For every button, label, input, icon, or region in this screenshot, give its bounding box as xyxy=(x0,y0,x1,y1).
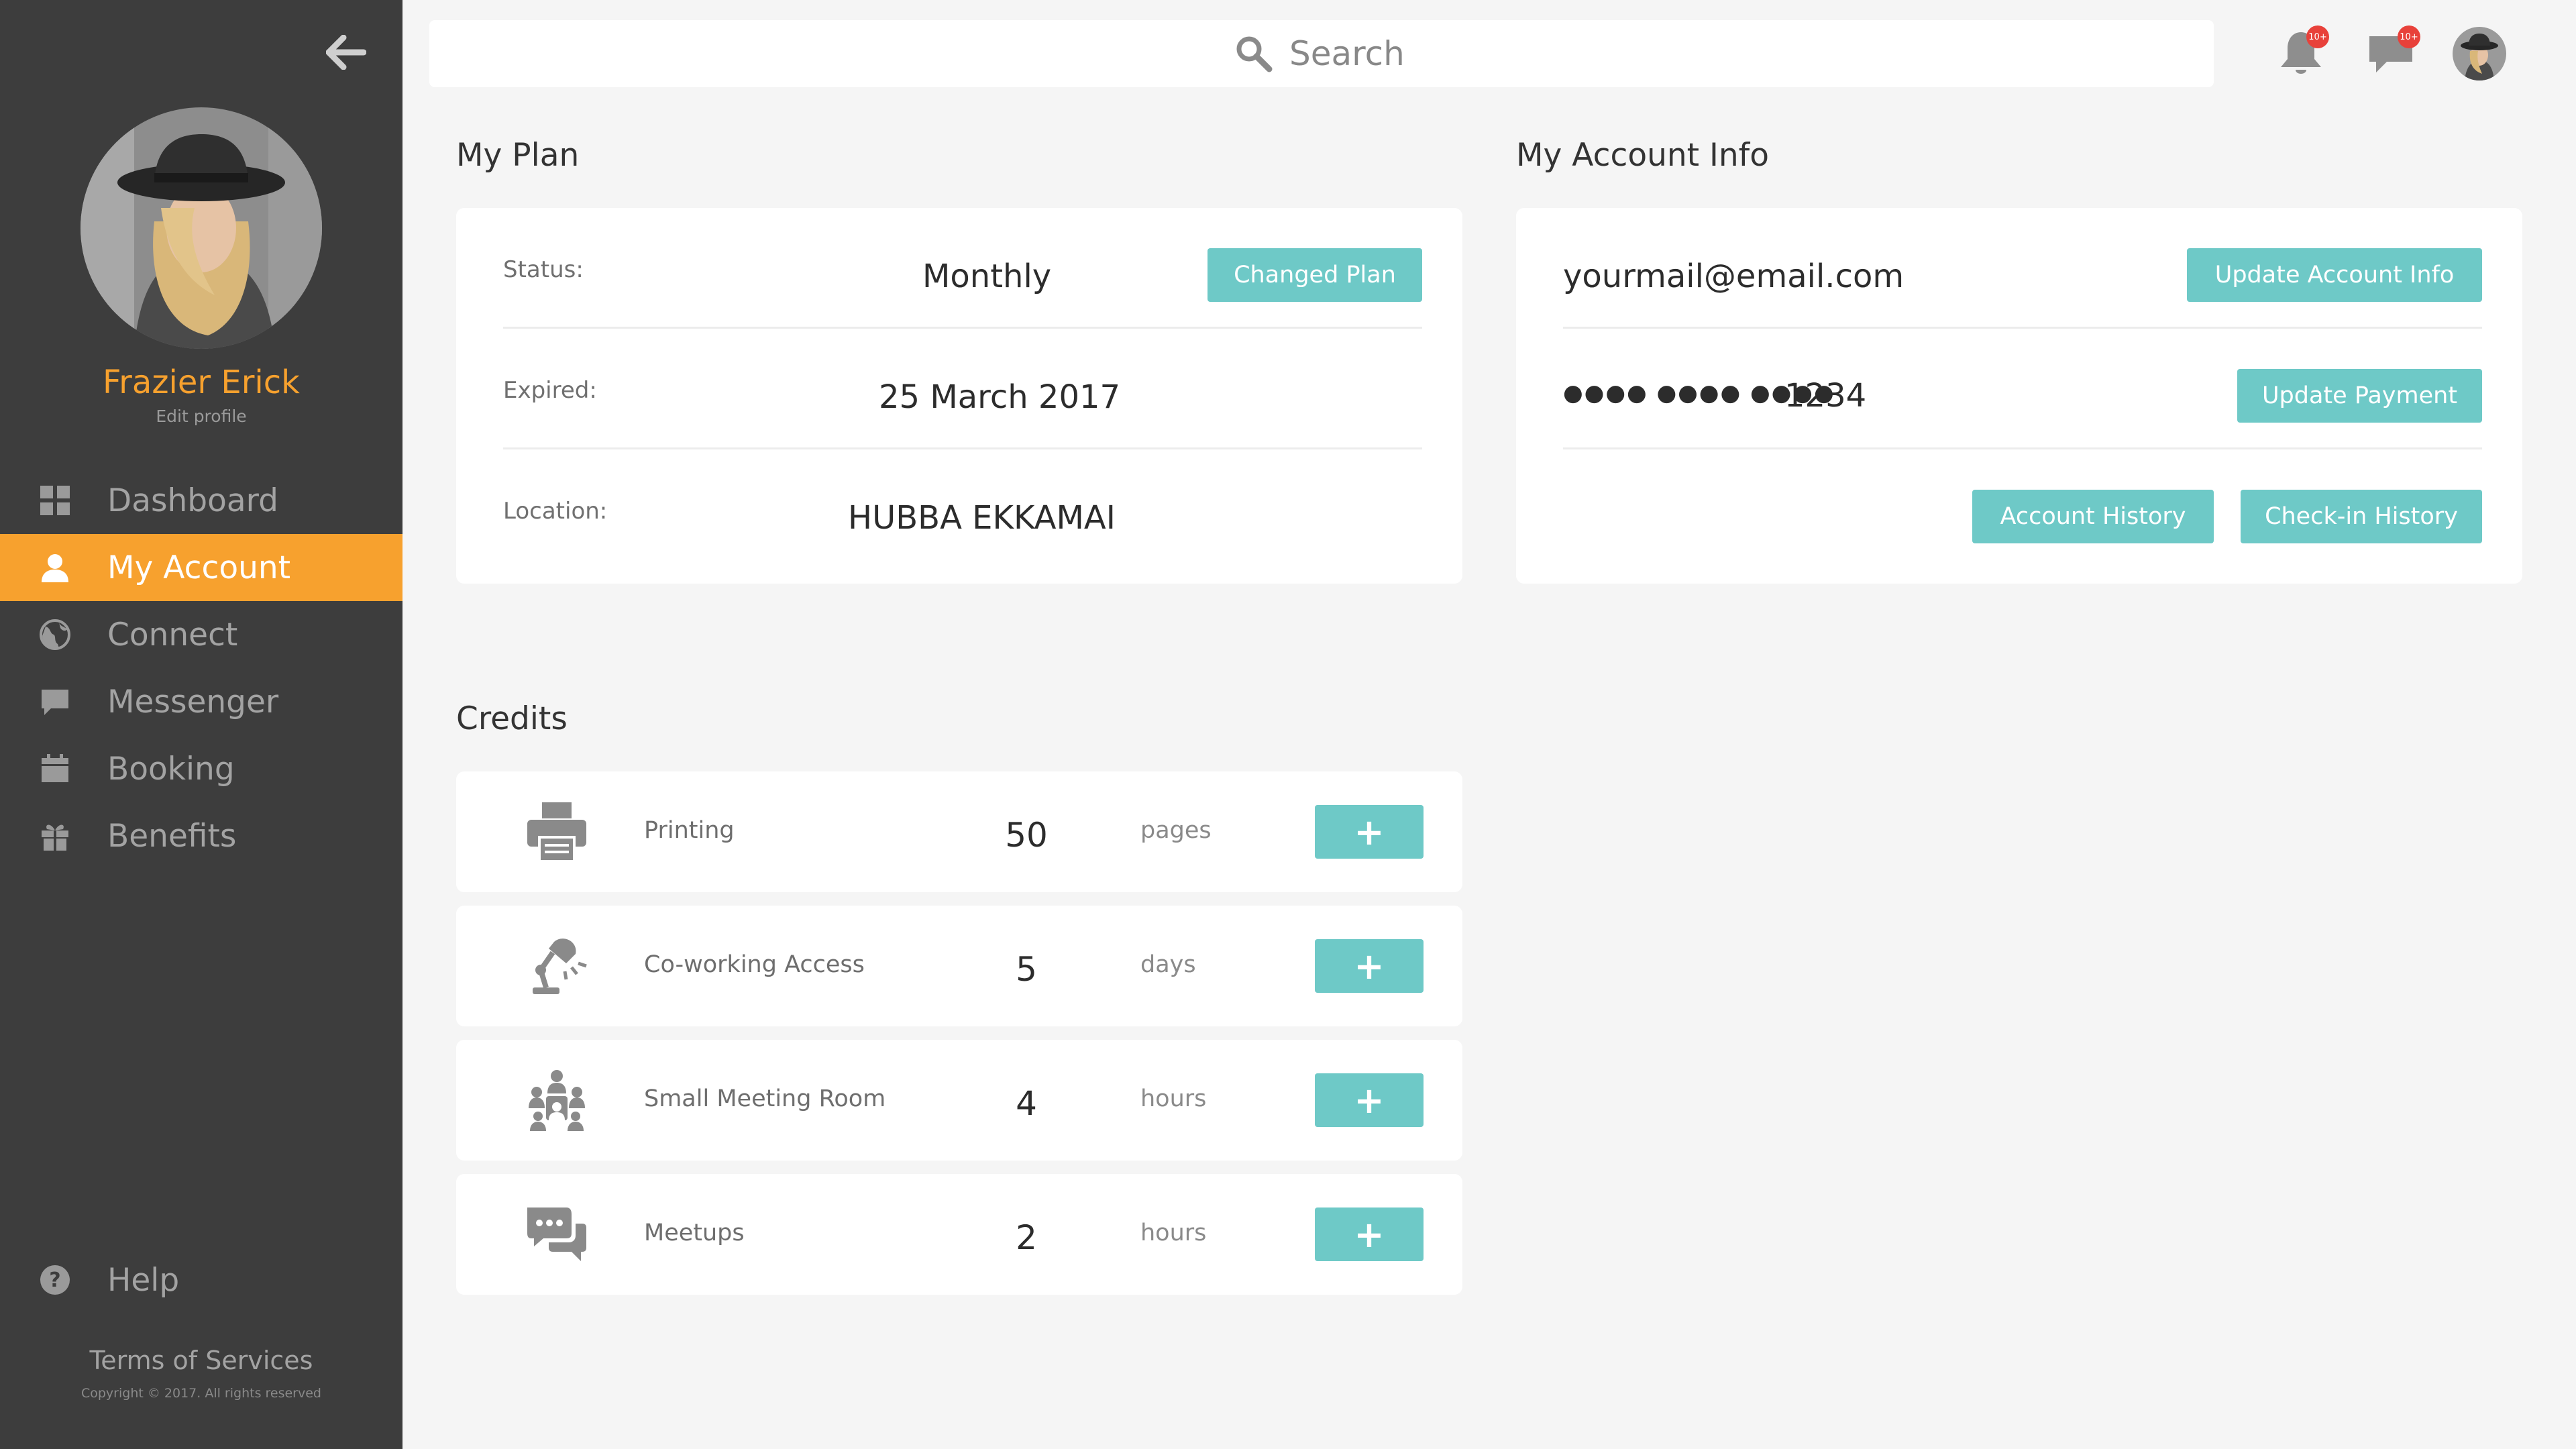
notification-badge: 10+ xyxy=(2306,25,2329,48)
sidebar-item-label: Messenger xyxy=(107,683,279,720)
credit-row-meeting-room: Small Meeting Room 4 hours + xyxy=(456,1040,1462,1161)
search-placeholder: Search xyxy=(1289,34,1405,73)
terms-of-services-link[interactable]: Terms of Services xyxy=(0,1346,402,1375)
sidebar: Frazier Erick Edit profile Dashboard My … xyxy=(0,0,402,1449)
globe-icon xyxy=(40,619,70,650)
sidebar-item-booking[interactable]: Booking xyxy=(0,735,402,802)
messages-button[interactable]: 10+ xyxy=(2365,25,2420,80)
add-printing-button[interactable]: + xyxy=(1315,805,1424,859)
changed-plan-button[interactable]: Changed Plan xyxy=(1208,248,1422,302)
search-input[interactable]: Search xyxy=(429,20,2214,87)
account-history-button[interactable]: Account History xyxy=(1972,490,2214,543)
plan-location-row: Location: HUBBA EKKAMAI xyxy=(503,449,1422,570)
sidebar-item-help[interactable]: ? Help xyxy=(0,1246,402,1313)
card-last4: 1234 xyxy=(1784,377,1867,415)
calendar-icon xyxy=(42,754,68,782)
credit-value: 5 xyxy=(1016,950,1037,989)
sidebar-item-label: Help xyxy=(107,1261,180,1299)
credit-row-meetups: Meetups 2 hours + xyxy=(456,1174,1462,1295)
credit-name: Co-working Access xyxy=(644,951,865,978)
meeting-room-icon xyxy=(529,1070,585,1131)
credits-title: Credits xyxy=(456,700,568,737)
divider xyxy=(1563,447,2482,449)
credit-name: Small Meeting Room xyxy=(644,1085,886,1112)
credit-value: 4 xyxy=(1016,1084,1037,1123)
credit-unit: days xyxy=(1140,951,1196,978)
account-info-card: yourmail@email.com Update Account Info ●… xyxy=(1516,208,2522,584)
plan-expired-row: Expired: 25 March 2017 xyxy=(503,329,1422,449)
update-payment-button[interactable]: Update Payment xyxy=(2237,369,2482,423)
expired-label: Expired: xyxy=(503,377,597,404)
add-meeting-room-button[interactable]: + xyxy=(1315,1073,1424,1127)
desk-lamp-icon xyxy=(533,938,587,994)
search-inner: Search xyxy=(1234,34,1405,74)
sidebar-item-label: Dashboard xyxy=(107,482,278,519)
user-avatar[interactable] xyxy=(2453,27,2506,80)
credit-name: Printing xyxy=(644,817,735,844)
credit-row-coworking: Co-working Access 5 days + xyxy=(456,906,1462,1026)
user-icon xyxy=(42,554,68,582)
sidebar-item-label: My Account xyxy=(107,549,291,586)
location-label: Location: xyxy=(503,498,608,525)
search-icon xyxy=(1236,36,1273,72)
expired-value: 25 March 2017 xyxy=(879,378,1121,416)
profile-name: Frazier Erick xyxy=(103,364,300,401)
credit-value: 50 xyxy=(1005,816,1048,855)
copyright-text: Copyright © 2017. All rights reserved xyxy=(80,1386,321,1401)
divider xyxy=(1563,327,2482,329)
sidebar-item-label: Connect xyxy=(107,616,238,653)
svg-text:?: ? xyxy=(49,1269,60,1292)
status-label: Status: xyxy=(503,256,584,283)
credit-unit: hours xyxy=(1140,1085,1207,1112)
sidebar-item-benefits[interactable]: Benefits xyxy=(0,802,402,869)
credit-name: Meetups xyxy=(644,1220,745,1246)
credit-value: 2 xyxy=(1016,1218,1037,1257)
sidebar-item-dashboard[interactable]: Dashboard xyxy=(0,467,402,534)
add-coworking-button[interactable]: + xyxy=(1315,939,1424,993)
location-value: HUBBA EKKAMAI xyxy=(848,499,1116,537)
credit-unit: pages xyxy=(1140,817,1212,844)
profile-avatar[interactable] xyxy=(80,107,322,349)
printer-icon xyxy=(527,802,586,863)
my-plan-card: Status: Monthly Changed Plan Expired: 25… xyxy=(456,208,1462,584)
email-value: yourmail@email.com xyxy=(1563,258,1904,295)
sidebar-item-label: Benefits xyxy=(107,817,237,855)
check-in-history-button[interactable]: Check-in History xyxy=(2241,490,2482,543)
sidebar-item-messenger[interactable]: Messenger xyxy=(0,668,402,735)
plan-status-row: Status: Monthly Changed Plan xyxy=(503,208,1422,329)
add-meetups-button[interactable]: + xyxy=(1315,1208,1424,1261)
credit-row-printing: Printing 50 pages + xyxy=(456,771,1462,892)
grid-icon xyxy=(40,486,70,515)
edit-profile-link[interactable]: Edit profile xyxy=(0,407,402,426)
sidebar-item-connect[interactable]: Connect xyxy=(0,601,402,668)
update-account-info-button[interactable]: Update Account Info xyxy=(2187,248,2482,302)
credit-unit: hours xyxy=(1140,1220,1207,1246)
notifications-button[interactable]: 10+ xyxy=(2274,25,2329,80)
my-plan-title: My Plan xyxy=(456,137,580,174)
account-info-title: My Account Info xyxy=(1516,137,1769,174)
chat-icon xyxy=(42,690,68,715)
message-badge: 10+ xyxy=(2398,25,2420,48)
gift-icon xyxy=(42,824,68,851)
sidebar-item-label: Booking xyxy=(107,750,235,788)
help-icon: ? xyxy=(40,1265,70,1295)
meetup-chat-icon xyxy=(527,1208,586,1261)
back-arrow-icon[interactable] xyxy=(325,34,367,70)
sidebar-item-my-account[interactable]: My Account xyxy=(0,534,402,601)
